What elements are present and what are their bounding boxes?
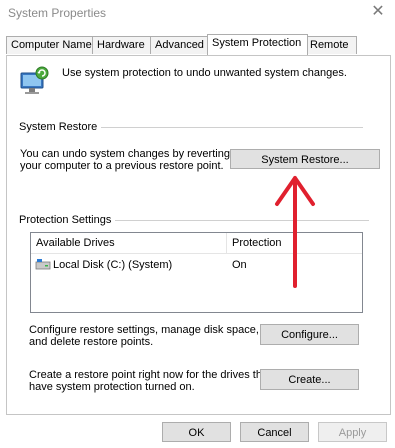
title-bar: System Properties ✕ — [0, 0, 395, 28]
tab-computer-name[interactable]: Computer Name — [6, 36, 93, 54]
system-restore-description-line2: your computer to a previous restore poin… — [20, 160, 224, 172]
create-text-line2: have system protection turned on. — [29, 381, 195, 393]
close-icon[interactable]: ✕ — [369, 3, 387, 21]
column-separator[interactable] — [226, 233, 227, 253]
apply-button[interactable]: Apply — [318, 422, 387, 442]
system-restore-divider — [95, 127, 363, 128]
drive-icon — [35, 259, 51, 270]
red-arrow-annotation-icon — [275, 176, 315, 288]
create-button[interactable]: Create... — [260, 369, 359, 390]
tab-remote[interactable]: Remote — [305, 36, 357, 54]
column-header-available-drives[interactable]: Available Drives — [36, 237, 115, 249]
protection-settings-heading: Protection Settings — [19, 214, 116, 227]
computer-restore-icon — [20, 66, 49, 94]
configure-text-line2: and delete restore points. — [29, 336, 154, 348]
drive-protection-status: On — [232, 259, 247, 271]
system-restore-button[interactable]: System Restore... — [230, 149, 380, 169]
tab-system-protection[interactable]: System Protection — [207, 34, 308, 55]
intro-text: Use system protection to undo unwanted s… — [62, 67, 347, 79]
drive-name: Local Disk (C:) (System) — [53, 259, 173, 271]
tab-hardware[interactable]: Hardware — [92, 36, 152, 54]
cancel-button[interactable]: Cancel — [240, 422, 309, 442]
configure-button[interactable]: Configure... — [260, 324, 359, 345]
window-title: System Properties — [8, 6, 107, 20]
protection-settings-divider — [110, 220, 369, 221]
system-restore-heading: System Restore — [19, 121, 102, 134]
ok-button[interactable]: OK — [162, 422, 231, 442]
tab-advanced[interactable]: Advanced — [150, 36, 212, 54]
